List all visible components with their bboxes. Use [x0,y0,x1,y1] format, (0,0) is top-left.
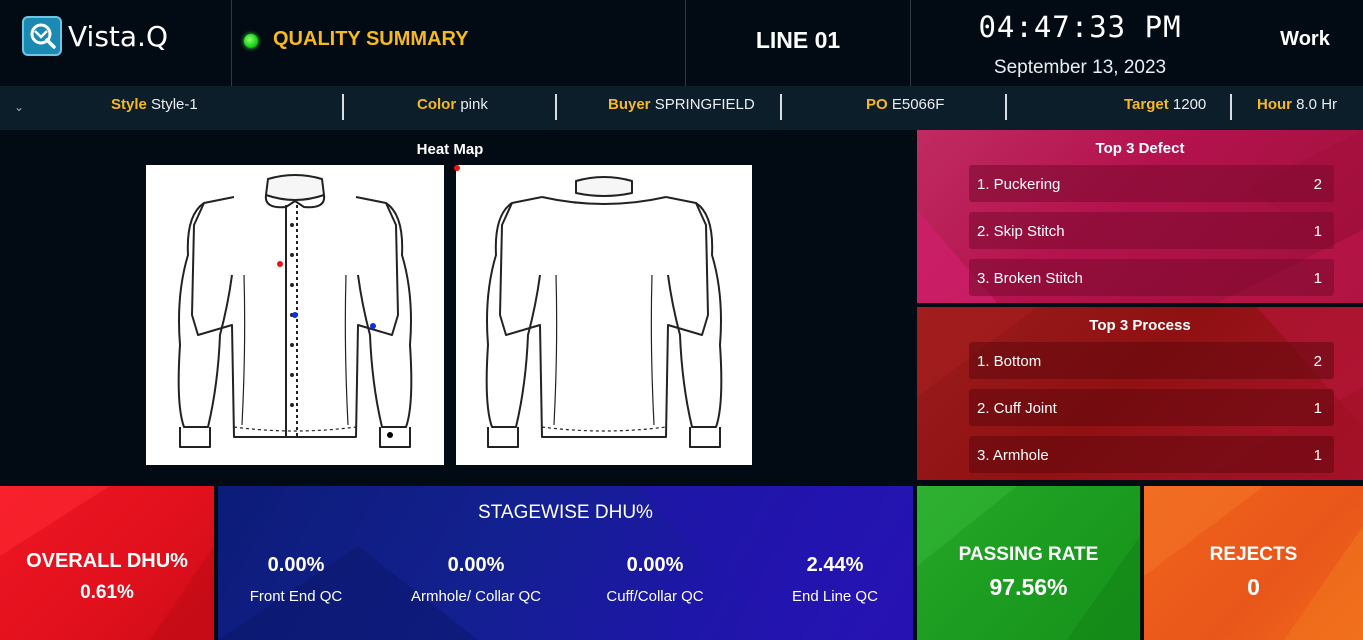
hour-value: 8.0 Hr [1296,96,1338,113]
stage-label: Armhole/ Collar QC [410,588,542,605]
shirt-back-illustration [485,176,723,448]
stage-cuff-collar: 0.00% Cuff/Collar QC [565,554,745,605]
info-divider [1005,94,1007,120]
buyer-label: Buyer [608,96,651,113]
chevron-down-icon[interactable]: ⌄ [14,100,24,114]
order-info-bar: ⌄ Style Style-1 Color pink Buyer SPRINGF… [0,86,1363,130]
defect-count: 1 [1313,223,1322,240]
current-date: September 13, 2023 [993,57,1167,78]
po-value: E5066F [891,96,945,113]
target-label: Target [1124,96,1169,113]
rejects-label: REJECTS [1209,544,1298,565]
defect-marker-red[interactable] [454,165,460,171]
info-divider [780,94,782,120]
passing-rate-tile: PASSING RATE 97.56% [917,486,1140,640]
stage-value: 0.00% [267,554,325,576]
defect-marker-blue[interactable] [370,323,376,329]
top-process-panel: Top 3 Process 1. Bottom 2 2. Cuff Joint … [917,307,1363,480]
rejects-value: 0 [1247,574,1260,600]
overall-dhu-tile: OVERALL DHU% 0.61% [0,486,214,640]
po-label: PO [866,96,888,113]
defect-marker-red[interactable] [277,261,283,267]
stagewise-dhu-tile: STAGEWISE DHU% 0.00% Front End QC 0.00% … [218,486,913,640]
process-count: 1 [1313,400,1322,417]
color-value: pink [460,96,488,113]
defect-name: 3. Broken Stitch [977,270,1083,287]
work-mode-label: Work [1280,28,1330,50]
hour-label: Hour [1257,96,1292,113]
info-divider [342,94,344,120]
po-info: PO E5066F [866,96,944,113]
process-row[interactable]: 1. Bottom 2 [969,342,1334,379]
page-title: QUALITY SUMMARY [273,28,469,50]
header-divider [910,0,911,86]
status-indicator-icon [244,34,258,48]
process-row[interactable]: 3. Armhole 1 [969,436,1334,473]
process-name: 1. Bottom [977,353,1042,370]
line-name: LINE 01 [755,27,841,53]
process-count: 1 [1313,447,1322,464]
overall-dhu-value: 0.61% [80,582,134,603]
overall-dhu-label: OVERALL DHU% [26,550,188,572]
defect-count: 1 [1313,270,1322,287]
stage-value: 0.00% [447,554,505,576]
defect-name: 2. Skip Stitch [977,223,1065,240]
info-divider [1230,94,1232,120]
heat-map-section: Heat Map [0,130,914,484]
stage-value: 0.00% [626,554,684,576]
top-process-title: Top 3 Process [1089,317,1191,334]
shirt-front-view[interactable] [146,165,444,465]
stage-label: Front End QC [249,588,343,605]
header-divider [231,0,232,86]
vistaq-logo-icon [22,16,62,56]
hour-info: Hour 8.0 Hr [1257,96,1337,113]
color-info: Color pink [417,96,488,113]
app-name: Vista.Q [68,19,168,53]
stagewise-title: STAGEWISE DHU% [478,502,653,523]
defect-marker-blue[interactable] [292,312,298,318]
process-name: 2. Cuff Joint [977,400,1057,417]
rejects-tile: REJECTS 0 [1144,486,1363,640]
defect-row[interactable]: 2. Skip Stitch 1 [969,212,1334,249]
passing-rate-value: 97.56% [989,574,1068,600]
stage-value: 2.44% [806,554,864,576]
stage-front-end: 0.00% Front End QC [218,554,386,605]
target-info: Target 1200 [1124,96,1206,113]
top-defects-panel: Top 3 Defect 1. Puckering 2 2. Skip Stit… [917,130,1363,303]
style-info: Style Style-1 [111,96,198,113]
shirt-back-view[interactable] [454,165,752,465]
clock-time: 04:47:33 PM [978,10,1182,44]
passing-rate-label: PASSING RATE [958,544,1099,565]
style-label: Style [111,96,147,113]
process-row[interactable]: 2. Cuff Joint 1 [969,389,1334,426]
heat-map-title: Heat Map [416,141,484,158]
color-label: Color [417,96,457,113]
style-value: Style-1 [151,96,198,113]
app-logo[interactable]: Vista.Q [22,16,168,56]
stage-label: Cuff/Collar QC [606,588,704,605]
defect-row[interactable]: 3. Broken Stitch 1 [969,259,1334,296]
top-header: Vista.Q QUALITY SUMMARY LINE 01 04:47:33… [0,0,1363,86]
buyer-value: SPRINGFIELD [654,96,755,113]
stage-label: End Line QC [792,588,878,605]
buyer-info: Buyer SPRINGFIELD [608,96,755,113]
defect-marker-black[interactable] [387,432,393,438]
info-divider [555,94,557,120]
process-name: 3. Armhole [977,447,1049,464]
top-defects-title: Top 3 Defect [1095,140,1185,157]
stage-end-line: 2.44% End Line QC [745,554,913,605]
defect-name: 1. Puckering [977,176,1061,193]
stage-armhole-collar: 0.00% Armhole/ Collar QC [386,554,566,605]
process-count: 2 [1313,353,1322,370]
defect-row[interactable]: 1. Puckering 2 [969,165,1334,202]
defect-count: 2 [1313,176,1322,193]
target-value: 1200 [1172,96,1207,113]
